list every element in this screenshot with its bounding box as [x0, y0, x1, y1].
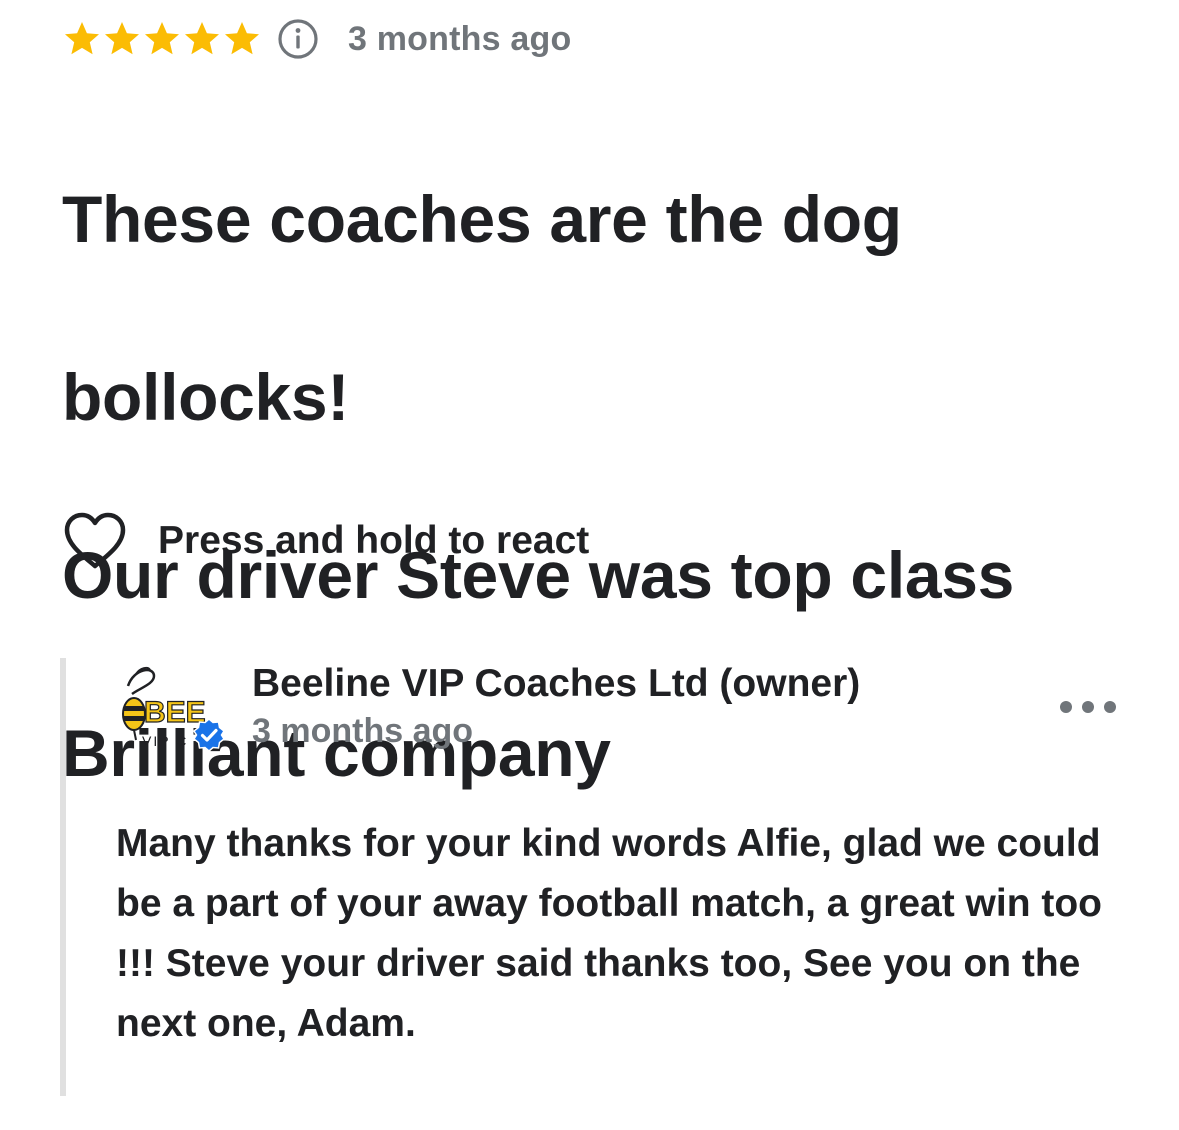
star-icon — [182, 19, 222, 59]
logo-subtext: VIP C — [142, 733, 188, 749]
owner-reply: BEE VIP C Beeline VIP Coaches Ltd (owner… — [60, 658, 1146, 1096]
verified-badge-icon — [192, 718, 226, 752]
star-icon — [62, 19, 102, 59]
info-icon[interactable] — [276, 17, 320, 61]
review-date: 3 months ago — [348, 19, 572, 58]
more-horizontal-icon — [1060, 701, 1116, 713]
star-icon — [142, 19, 182, 59]
owner-name: Beeline VIP Coaches Ltd (owner) — [252, 662, 861, 705]
star-icon — [222, 19, 262, 59]
owner-reply-date: 3 months ago — [252, 712, 474, 750]
star-icon — [102, 19, 142, 59]
review-text-line: These coaches are the dog — [62, 182, 902, 256]
review-text-line: bollocks! — [62, 360, 350, 434]
owner-reply-text: Many thanks for your kind words Alfie, g… — [116, 822, 1102, 1045]
star-rating — [62, 19, 262, 59]
heart-outline-icon[interactable] — [62, 510, 128, 572]
more-options-button[interactable] — [1056, 692, 1120, 722]
react-row[interactable]: Press and hold to react — [62, 510, 589, 572]
rating-row: 3 months ago — [62, 14, 571, 64]
react-label: Press and hold to react — [158, 519, 590, 562]
